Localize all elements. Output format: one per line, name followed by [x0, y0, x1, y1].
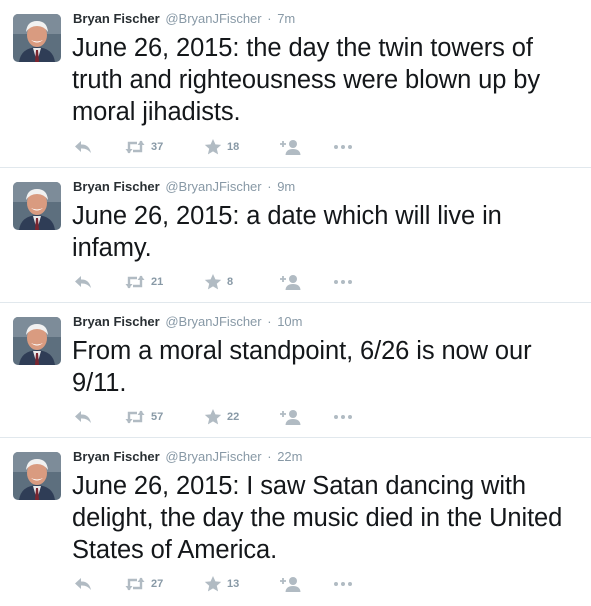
- star-icon: [204, 138, 222, 156]
- tweet-actions: 57 22: [72, 408, 372, 426]
- follow-button[interactable]: [279, 138, 301, 156]
- follow-icon: [279, 408, 301, 426]
- timestamp[interactable]: 22m: [277, 449, 302, 464]
- retweet-icon: [124, 273, 146, 291]
- avatar[interactable]: [13, 452, 61, 500]
- follow-icon: [279, 273, 301, 291]
- retweet-icon: [124, 575, 146, 593]
- reply-icon: [74, 138, 92, 156]
- reply-icon: [74, 408, 92, 426]
- retweet-icon: [124, 138, 146, 156]
- retweet-count: 27: [151, 578, 164, 590]
- tweet[interactable]: Bryan Fischer @BryanJFischer · 7m June 2…: [0, 0, 591, 168]
- follow-button[interactable]: [279, 408, 301, 426]
- more-icon: [333, 273, 353, 291]
- tweet-header: Bryan Fischer @BryanJFischer · 10m: [73, 314, 303, 329]
- avatar[interactable]: [13, 317, 61, 365]
- author-name[interactable]: Bryan Fischer: [73, 179, 160, 194]
- follow-icon: [279, 138, 301, 156]
- author-handle[interactable]: @BryanJFischer: [165, 11, 261, 26]
- retweet-button[interactable]: 21: [124, 273, 163, 291]
- separator: ·: [267, 179, 272, 194]
- reply-button[interactable]: [74, 138, 92, 156]
- favorite-button[interactable]: 22: [204, 408, 239, 426]
- separator: ·: [267, 314, 272, 329]
- tweet-feed: Bryan Fischer @BryanJFischer · 7m June 2…: [0, 0, 591, 606]
- star-icon: [204, 575, 222, 593]
- favorite-button[interactable]: 13: [204, 575, 239, 593]
- tweet-text: From a moral standpoint, 6/26 is now our…: [72, 337, 532, 397]
- tweet[interactable]: Bryan Fischer @BryanJFischer · 22m June …: [0, 438, 591, 606]
- tweet-text: June 26, 2015: the day the twin towers o…: [72, 34, 541, 126]
- tweet-header: Bryan Fischer @BryanJFischer · 7m: [73, 11, 295, 26]
- author-name[interactable]: Bryan Fischer: [73, 11, 160, 26]
- retweet-count: 37: [151, 141, 164, 153]
- timestamp[interactable]: 9m: [277, 179, 295, 194]
- more-button[interactable]: [333, 138, 353, 156]
- tweet-actions: 21 8: [72, 273, 372, 291]
- author-handle[interactable]: @BryanJFischer: [165, 314, 261, 329]
- timestamp[interactable]: 7m: [277, 11, 295, 26]
- favorite-count: 22: [227, 411, 240, 423]
- follow-button[interactable]: [279, 575, 301, 593]
- avatar[interactable]: [13, 14, 61, 62]
- more-button[interactable]: [333, 575, 353, 593]
- tweet-actions: 37 18: [72, 138, 372, 156]
- favorite-count: 8: [227, 276, 234, 288]
- author-handle[interactable]: @BryanJFischer: [165, 449, 261, 464]
- favorite-count: 18: [227, 141, 240, 153]
- star-icon: [204, 273, 222, 291]
- tweet[interactable]: Bryan Fischer @BryanJFischer · 9m June 2…: [0, 168, 591, 303]
- reply-button[interactable]: [74, 575, 92, 593]
- retweet-count: 21: [151, 276, 164, 288]
- separator: ·: [267, 449, 272, 464]
- retweet-button[interactable]: 27: [124, 575, 163, 593]
- tweet-text: June 26, 2015: a date which will live in…: [72, 202, 502, 262]
- author-handle[interactable]: @BryanJFischer: [165, 179, 261, 194]
- separator: ·: [267, 11, 272, 26]
- more-icon: [333, 575, 353, 593]
- reply-icon: [74, 273, 92, 291]
- more-button[interactable]: [333, 408, 353, 426]
- follow-button[interactable]: [279, 273, 301, 291]
- retweet-button[interactable]: 57: [124, 408, 163, 426]
- more-icon: [333, 138, 353, 156]
- retweet-icon: [124, 408, 146, 426]
- tweet-header: Bryan Fischer @BryanJFischer · 22m: [73, 449, 303, 464]
- avatar[interactable]: [13, 182, 61, 230]
- retweet-count: 57: [151, 411, 164, 423]
- timestamp[interactable]: 10m: [277, 314, 302, 329]
- star-icon: [204, 408, 222, 426]
- retweet-button[interactable]: 37: [124, 138, 163, 156]
- tweet-header: Bryan Fischer @BryanJFischer · 9m: [73, 179, 295, 194]
- tweet-text: June 26, 2015: I saw Satan dancing with …: [72, 472, 563, 564]
- reply-button[interactable]: [74, 273, 92, 291]
- follow-icon: [279, 575, 301, 593]
- favorite-button[interactable]: 8: [204, 273, 233, 291]
- favorite-count: 13: [227, 578, 240, 590]
- author-name[interactable]: Bryan Fischer: [73, 314, 160, 329]
- tweet-actions: 27 13: [72, 575, 372, 593]
- tweet[interactable]: Bryan Fischer @BryanJFischer · 10m From …: [0, 303, 591, 438]
- reply-button[interactable]: [74, 408, 92, 426]
- reply-icon: [74, 575, 92, 593]
- favorite-button[interactable]: 18: [204, 138, 239, 156]
- more-icon: [333, 408, 353, 426]
- more-button[interactable]: [333, 273, 353, 291]
- author-name[interactable]: Bryan Fischer: [73, 449, 160, 464]
